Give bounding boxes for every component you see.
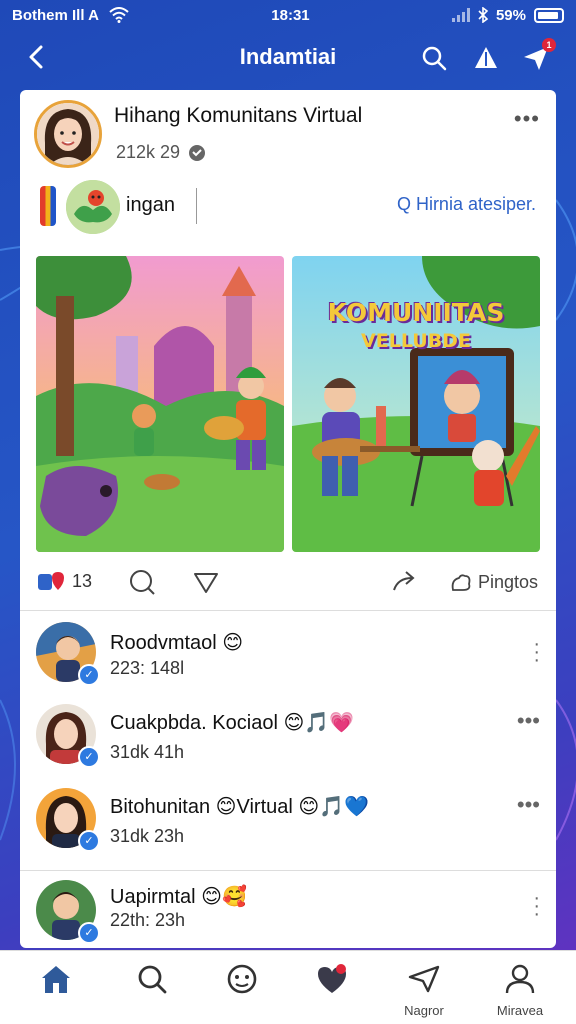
battery-icon	[533, 7, 564, 23]
post-meta: 212k 29	[116, 142, 206, 163]
wifi-icon	[109, 7, 129, 23]
post-title: Hihang Komunitans Virtual	[114, 104, 363, 127]
divider	[20, 610, 556, 611]
nav-label: Nagror	[404, 1003, 444, 1018]
comment-emoji: 😊	[215, 796, 237, 818]
notification-badge: 1	[542, 38, 556, 52]
community-icon	[227, 964, 257, 994]
profile-icon	[505, 964, 535, 994]
verified-badge: ✓	[78, 922, 100, 944]
search-icon	[138, 965, 167, 994]
comment-meta: 31dk 41h	[110, 742, 185, 762]
nav-activity[interactable]	[300, 963, 364, 1023]
story-color-bar	[40, 186, 56, 226]
comment-item[interactable]: ✓ Roodvmtaol 😊 223: 148l · · ·	[20, 616, 556, 700]
author-avatar[interactable]	[34, 100, 102, 168]
status-bar: Bothem Ill A 18:31 59%	[0, 0, 576, 30]
comment-author-name-suffix: Virtual	[236, 796, 293, 818]
bottom-navigation: Nagror Miravea	[0, 950, 576, 1024]
nav-community[interactable]	[210, 963, 274, 1023]
alert-icon[interactable]	[472, 44, 500, 72]
comment-emoji: 😊🥰	[201, 886, 247, 908]
divider	[196, 188, 197, 224]
comment-author-name: Roodvmtaol	[110, 632, 217, 654]
comment-emoji: 😊	[222, 632, 244, 654]
home-icon	[42, 966, 70, 993]
comment-meta: 22th: 23h	[110, 910, 186, 930]
nav-home[interactable]	[24, 963, 88, 1023]
image-title-line-2: VELLUBDE	[361, 330, 471, 352]
globe-icon	[189, 144, 206, 161]
vertical-more-icon[interactable]: · · ·	[533, 888, 540, 924]
like-icon[interactable]	[192, 568, 220, 596]
post-image-right[interactable]: KOMUNIITAS VELLUBDE	[292, 256, 540, 552]
comment-emoji: 😊🎵💙	[298, 796, 370, 818]
post-header: Hihang Komunitans Virtual 212k 29 •••	[20, 90, 556, 180]
image-title-line-1: KOMUNIITAS	[327, 298, 505, 327]
post-image-left[interactable]	[36, 256, 284, 552]
post-actions: 13 Pingtos	[20, 560, 556, 606]
search-members-link[interactable]: Q Hirnia atesiper.	[397, 194, 536, 215]
comment-icon[interactable]	[128, 568, 156, 596]
comment-author-name: Bitohunitan	[110, 796, 211, 818]
vertical-more-icon[interactable]: · · ·	[533, 634, 540, 670]
nav-messages[interactable]: Nagror	[392, 963, 456, 1023]
comment-author: Roodvmtaol 😊	[110, 630, 243, 655]
comment-item[interactable]: ✓ Cuakpbda. Kociaol 😊🎵💗 31dk 41h •••	[20, 700, 556, 784]
send-button[interactable]: 1	[522, 38, 556, 72]
carrier-label: Bothem Ill A	[12, 6, 99, 24]
more-options-icon[interactable]: •••	[517, 708, 540, 734]
nav-profile[interactable]: Miravea	[488, 963, 552, 1023]
post-card: Hihang Komunitans Virtual 212k 29 ••• in…	[20, 90, 556, 948]
reaction-icons	[38, 572, 64, 590]
comment-author-name: Cuakpbda. Kociaol	[110, 712, 278, 734]
comment-item[interactable]: ✓ Bitohunitan 😊Virtual 😊🎵💙 31dk 23h •••	[20, 784, 556, 868]
signal-icon	[451, 8, 470, 22]
comment-item[interactable]: ✓ Uapirmtal 😊🥰 22th: 23h · · ·	[20, 876, 556, 948]
divider	[20, 870, 556, 871]
clock: 18:31	[271, 6, 310, 24]
comment-meta: 223: 148l	[110, 658, 185, 678]
verified-badge: ✓	[78, 664, 100, 686]
verified-badge: ✓	[78, 746, 100, 768]
share-arrow-icon[interactable]	[390, 568, 418, 596]
comment-meta: 31dk 23h	[110, 826, 185, 846]
comment-author: Bitohunitan 😊Virtual 😊🎵💙	[110, 794, 369, 819]
bluetooth-icon	[478, 7, 488, 23]
verified-badge: ✓	[78, 830, 100, 852]
reaction-summary[interactable]: 13	[38, 570, 92, 592]
more-options-icon[interactable]: •••	[517, 792, 540, 818]
nav-search[interactable]	[120, 963, 184, 1023]
send-icon	[408, 965, 440, 993]
heart-icon	[318, 964, 346, 993]
reaction-count: 13	[72, 570, 93, 591]
story-label: ingan	[126, 194, 175, 216]
app-header: Indamtiai 1	[0, 32, 576, 82]
comment-author: Uapirmtal 😊🥰	[110, 884, 247, 909]
share-icon	[451, 574, 471, 592]
post-stats: 212k 29	[116, 142, 181, 162]
battery-percent: 59%	[495, 6, 526, 24]
share-label: Pingtos	[477, 572, 538, 592]
story-avatar[interactable]	[66, 180, 120, 234]
more-options-icon[interactable]: •••	[514, 108, 540, 130]
comment-author-name: Uapirmtal	[110, 886, 196, 908]
nav-label: Miravea	[496, 1003, 544, 1018]
comment-emoji: 😊🎵💗	[283, 712, 355, 734]
share-button[interactable]: Pingtos	[449, 572, 538, 594]
story-row: ingan Q Hirnia atesiper.	[20, 180, 556, 244]
search-icon[interactable]	[420, 44, 448, 72]
comment-author: Cuakpbda. Kociaol 😊🎵💗	[110, 710, 354, 735]
